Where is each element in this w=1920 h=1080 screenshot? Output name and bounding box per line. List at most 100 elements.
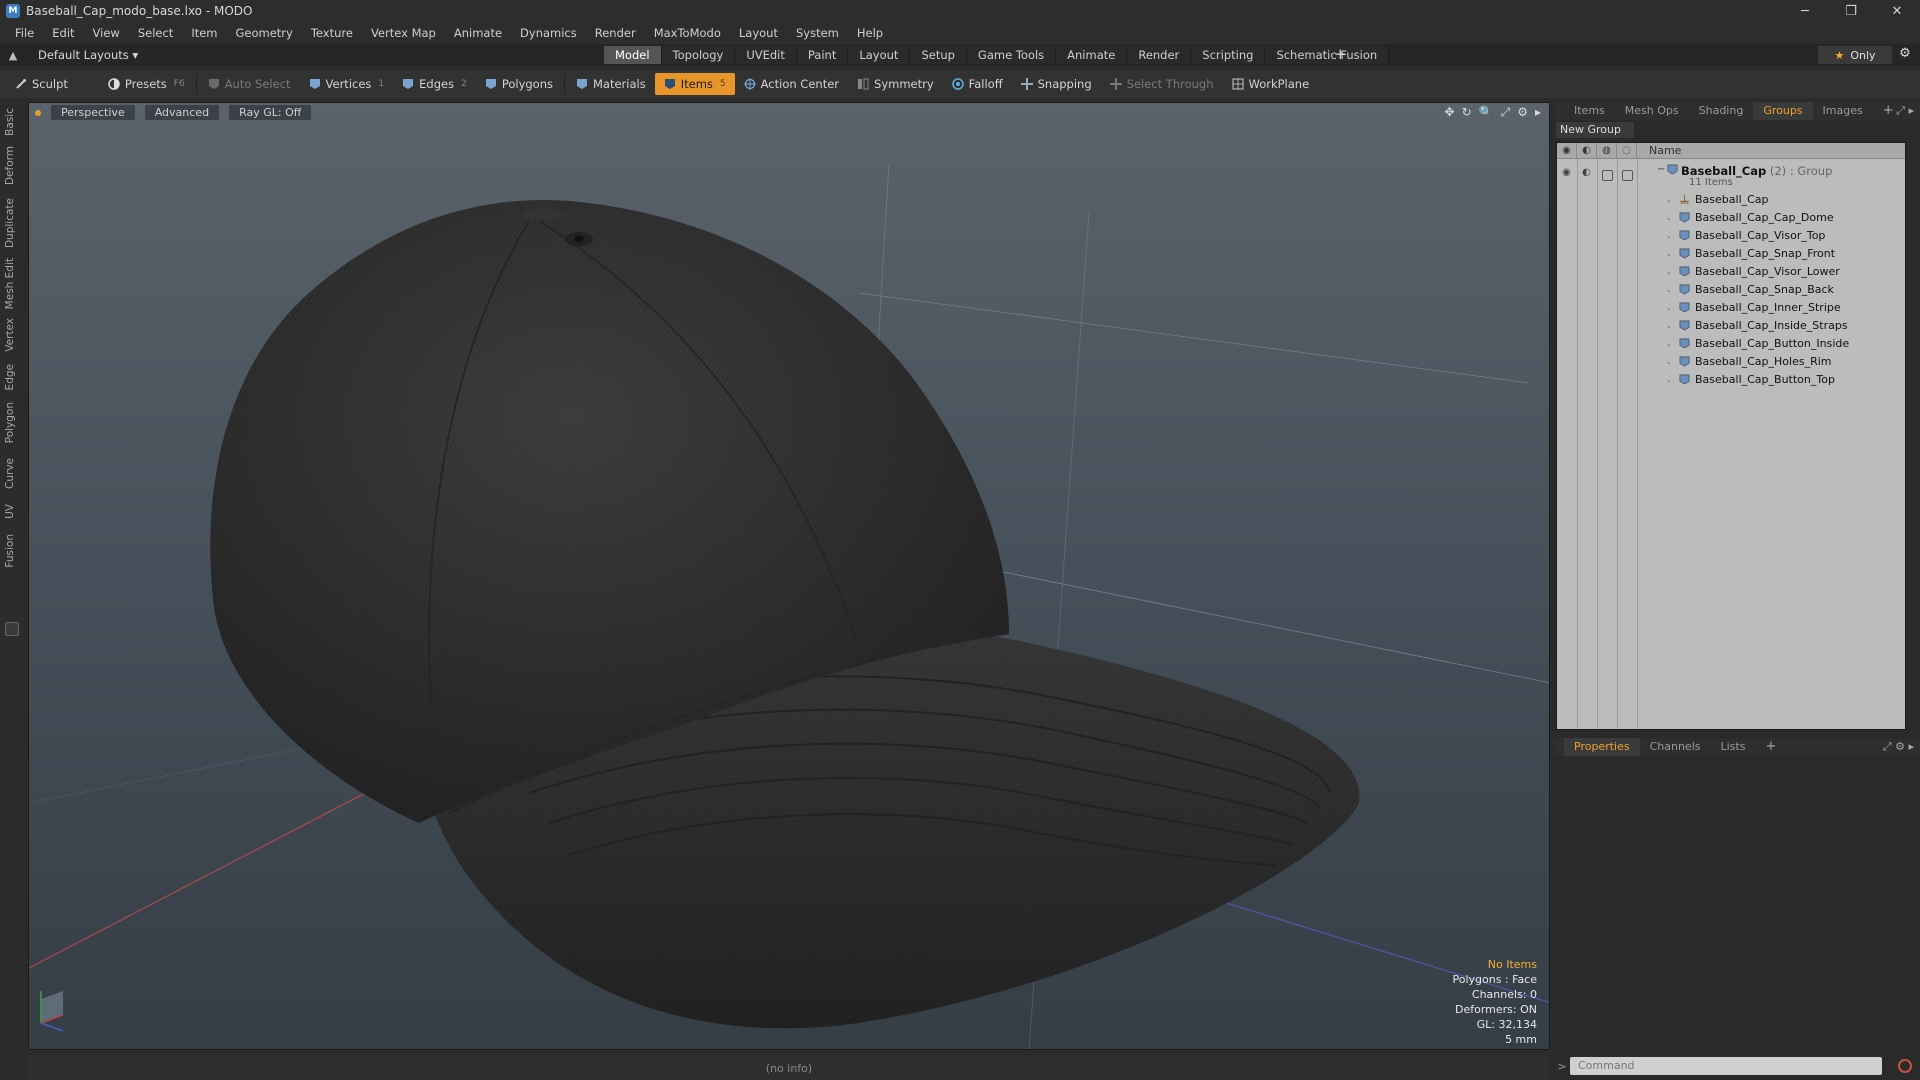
add-properties-tab-button[interactable]: + bbox=[1755, 738, 1786, 756]
menu-render[interactable]: Render bbox=[586, 26, 645, 40]
close-button[interactable]: ✕ bbox=[1874, 0, 1920, 22]
polygons-button[interactable]: Polygons bbox=[476, 73, 562, 95]
gear-icon[interactable]: ⚙ bbox=[1894, 46, 1916, 61]
strip-toggle-button[interactable] bbox=[5, 622, 19, 636]
list-item[interactable]: - Baseball_Cap_Holes_Rim bbox=[1557, 353, 1905, 371]
strip-deform[interactable]: Deform bbox=[4, 146, 16, 185]
new-group-button[interactable]: New Group bbox=[1556, 122, 1634, 138]
list-item[interactable]: - Baseball_Cap_Snap_Back bbox=[1557, 281, 1905, 299]
lock-checkbox[interactable] bbox=[1602, 170, 1613, 181]
edges-button[interactable]: Edges 2 bbox=[393, 73, 476, 95]
command-input[interactable] bbox=[1570, 1057, 1882, 1075]
name-column-header[interactable]: Name bbox=[1637, 144, 1681, 157]
menu-file[interactable]: File bbox=[6, 26, 43, 40]
list-item[interactable]: - Baseball_Cap_Button_Top bbox=[1557, 371, 1905, 389]
list-item[interactable]: - Baseball_Cap_Cap_Dome bbox=[1557, 209, 1905, 227]
strip-uv[interactable]: UV bbox=[4, 504, 16, 519]
layout-select[interactable]: Default Layouts ▾ bbox=[38, 48, 138, 62]
list-item[interactable]: - Baseball_Cap bbox=[1557, 191, 1905, 209]
list-item[interactable]: - Baseball_Cap_Visor_Top bbox=[1557, 227, 1905, 245]
rotate-icon[interactable]: ↻ bbox=[1462, 105, 1472, 120]
tab-model[interactable]: Model bbox=[604, 46, 662, 64]
menu-select[interactable]: Select bbox=[129, 26, 182, 40]
menu-item[interactable]: Item bbox=[182, 26, 226, 40]
tab-images[interactable]: Images bbox=[1813, 102, 1873, 120]
strip-vertex[interactable]: Vertex bbox=[4, 318, 16, 352]
strip-curve[interactable]: Curve bbox=[4, 458, 16, 489]
tab-scripting[interactable]: Scripting bbox=[1191, 46, 1266, 64]
tab-layout[interactable]: Layout bbox=[848, 46, 911, 64]
tab-animate[interactable]: Animate bbox=[1056, 46, 1128, 64]
add-tab-button[interactable]: + bbox=[1334, 45, 1347, 63]
strip-basic[interactable]: Basic bbox=[4, 108, 16, 136]
tab-groups[interactable]: Groups bbox=[1753, 102, 1813, 120]
tab-game-tools[interactable]: Game Tools bbox=[966, 46, 1057, 64]
list-item[interactable]: - Baseball_Cap_Button_Inside bbox=[1557, 335, 1905, 353]
command-history-icon[interactable]: > bbox=[1554, 1060, 1570, 1073]
tab-shading[interactable]: Shading bbox=[1689, 102, 1754, 120]
3d-viewport[interactable]: Perspective Advanced Ray GL: Off ✥ ↻ 🔍 ⤢… bbox=[28, 102, 1550, 1050]
menu-help[interactable]: Help bbox=[848, 26, 892, 40]
menu-edit[interactable]: Edit bbox=[43, 26, 83, 40]
snapping-button[interactable]: Snapping bbox=[1012, 73, 1101, 95]
strip-fusion[interactable]: Fusion bbox=[4, 534, 16, 568]
menu-geometry[interactable]: Geometry bbox=[227, 26, 302, 40]
menu-maxtomodo[interactable]: MaxToModo bbox=[645, 26, 730, 40]
symmetry-button[interactable]: Symmetry bbox=[848, 73, 943, 95]
lock-col-icon[interactable]: ◍ bbox=[1597, 142, 1617, 159]
restore-button[interactable]: ❐ bbox=[1828, 0, 1874, 22]
strip-duplicate[interactable]: Duplicate bbox=[4, 198, 16, 248]
select-through-button[interactable]: Select Through bbox=[1101, 73, 1223, 95]
tab-channels[interactable]: Channels bbox=[1640, 738, 1711, 756]
tab-lists[interactable]: Lists bbox=[1711, 738, 1756, 756]
group-row[interactable]: ◉ ◐ − Baseball_Cap (2) : Group 11 Items bbox=[1557, 160, 1905, 188]
viewport-menu-icon[interactable] bbox=[35, 110, 41, 116]
auto-select-button[interactable]: Auto Select bbox=[199, 73, 300, 95]
sculpt-button[interactable]: Sculpt bbox=[6, 73, 77, 95]
vertices-button[interactable]: Vertices 1 bbox=[300, 73, 394, 95]
view-mode-button[interactable]: Perspective bbox=[51, 105, 135, 120]
tab-mesh-ops[interactable]: Mesh Ops bbox=[1615, 102, 1689, 120]
menu-dynamics[interactable]: Dynamics bbox=[511, 26, 586, 40]
tab-setup[interactable]: Setup bbox=[910, 46, 967, 64]
shading-mode-button[interactable]: Advanced bbox=[144, 105, 220, 120]
tab-items[interactable]: Items bbox=[1564, 102, 1615, 120]
render-col-icon[interactable]: ◐ bbox=[1577, 142, 1597, 159]
expand-panel-icon[interactable]: ⤢ ▸ bbox=[1896, 104, 1914, 118]
materials-button[interactable]: Materials bbox=[567, 73, 655, 95]
menu-vertex-map[interactable]: Vertex Map bbox=[362, 26, 445, 40]
tab-render[interactable]: Render bbox=[1127, 46, 1192, 64]
tab-properties[interactable]: Properties bbox=[1564, 738, 1640, 756]
falloff-button[interactable]: Falloff bbox=[943, 73, 1012, 95]
action-center-button[interactable]: Action Center bbox=[735, 73, 848, 95]
record-macro-icon[interactable] bbox=[1898, 1059, 1912, 1073]
tab-topology[interactable]: Topology bbox=[661, 46, 736, 64]
menu-animate[interactable]: Animate bbox=[445, 26, 511, 40]
list-item[interactable]: - Baseball_Cap_Snap_Front bbox=[1557, 245, 1905, 263]
strip-mesh-edit[interactable]: Mesh Edit bbox=[4, 258, 16, 309]
menu-system[interactable]: System bbox=[787, 26, 848, 40]
workplane-button[interactable]: WorkPlane bbox=[1223, 73, 1319, 95]
tab-schematic-fusion[interactable]: Schematic Fusion bbox=[1265, 46, 1390, 64]
zoom-icon[interactable]: 🔍 bbox=[1479, 105, 1494, 120]
eye-icon[interactable]: ◉ bbox=[1562, 167, 1571, 178]
collapse-icon[interactable]: − bbox=[1657, 164, 1665, 175]
strip-edge[interactable]: Edge bbox=[4, 364, 16, 390]
menu-view[interactable]: View bbox=[84, 26, 129, 40]
list-item[interactable]: - Baseball_Cap_Visor_Lower bbox=[1557, 263, 1905, 281]
render-icon[interactable]: ◐ bbox=[1582, 167, 1591, 178]
select-checkbox[interactable] bbox=[1622, 170, 1633, 181]
minimize-button[interactable]: ─ bbox=[1782, 0, 1828, 22]
visibility-col-icon[interactable]: ◉ bbox=[1557, 142, 1577, 159]
menu-layout[interactable]: Layout bbox=[730, 26, 787, 40]
tab-paint[interactable]: Paint bbox=[796, 46, 849, 64]
raygl-toggle[interactable]: Ray GL: Off bbox=[229, 105, 312, 120]
menu-texture[interactable]: Texture bbox=[302, 26, 362, 40]
properties-options-icon[interactable]: ⤢ ⚙ ▸ bbox=[1883, 740, 1914, 754]
pan-icon[interactable]: ✥ bbox=[1445, 105, 1455, 120]
layout-collapse-icon[interactable]: ▲ bbox=[0, 49, 26, 62]
only-toggle[interactable]: ★ Only bbox=[1818, 46, 1892, 64]
maximize-icon[interactable]: ⤢ bbox=[1501, 105, 1511, 120]
presets-button[interactable]: Presets F6 bbox=[99, 73, 194, 95]
list-item[interactable]: - Baseball_Cap_Inner_Stripe bbox=[1557, 299, 1905, 317]
